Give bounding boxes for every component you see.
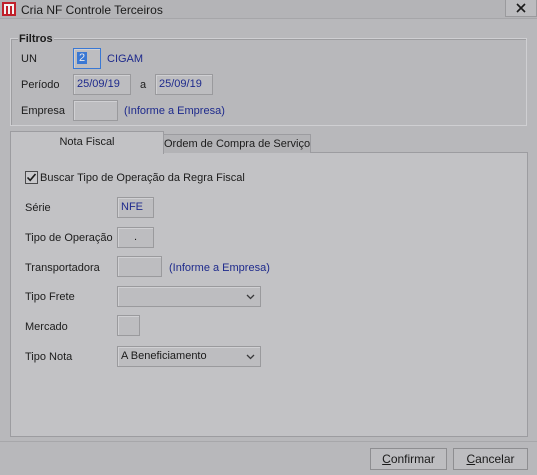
title-bar: Cria NF Controle Terceiros <box>0 0 537 19</box>
filtros-title: Filtros <box>18 33 54 45</box>
confirmar-mnemonic: C <box>382 452 391 466</box>
buscar-tipo-operacao-checkbox[interactable] <box>25 171 38 184</box>
tab-nota-fiscal-label: Nota Fiscal <box>59 136 115 148</box>
periodo-end-field[interactable]: 25/09/19 <box>155 74 213 95</box>
chevron-down-icon <box>246 294 255 300</box>
checkmark-icon <box>26 173 37 182</box>
un-label: UN <box>21 53 37 65</box>
tipo-operacao-value: . <box>133 231 138 243</box>
un-name: CIGAM <box>107 53 144 65</box>
un-field[interactable]: 2 <box>73 48 101 69</box>
mercado-field[interactable] <box>117 315 140 336</box>
empresa-label: Empresa <box>21 105 66 117</box>
close-button[interactable] <box>505 0 537 17</box>
transportadora-label: Transportadora <box>25 262 100 274</box>
tipo-operacao-field[interactable]: . <box>117 227 154 248</box>
empresa-field[interactable] <box>73 100 118 121</box>
periodo-end-value: 25/09/19 <box>159 78 202 90</box>
chevron-down-icon <box>246 354 255 360</box>
nota-fiscal-panel <box>10 152 528 437</box>
tipo-nota-label: Tipo Nota <box>25 351 73 363</box>
transportadora-field[interactable] <box>117 256 162 277</box>
periodo-separator: a <box>140 79 147 91</box>
tab-nota-fiscal[interactable]: Nota Fiscal <box>10 131 164 154</box>
periodo-start-value: 25/09/19 <box>77 78 120 90</box>
cancelar-mnemonic: C <box>466 452 476 466</box>
periodo-label: Período <box>21 79 60 91</box>
tipo-nota-value: A Beneficiamento <box>121 350 207 362</box>
confirmar-label: onfirmar <box>390 452 435 466</box>
cancelar-button[interactable]: Cancelar <box>453 448 528 470</box>
window-title: Cria NF Controle Terceiros <box>21 3 163 17</box>
app-logo-icon <box>2 2 16 16</box>
transportadora-hint: (Informe a Empresa) <box>169 262 270 274</box>
empresa-hint: (Informe a Empresa) <box>124 105 225 117</box>
tab-ordem-compra-servico-label: Ordem de Compra de Serviço <box>164 138 311 150</box>
periodo-start-field[interactable]: 25/09/19 <box>73 74 131 95</box>
tipo-operacao-label: Tipo de Operação <box>25 232 113 244</box>
tipo-frete-select[interactable] <box>117 286 261 307</box>
serie-value: NFE <box>121 201 143 213</box>
tipo-frete-label: Tipo Frete <box>25 291 75 303</box>
tab-ordem-compra-servico[interactable]: Ordem de Compra de Serviço <box>163 134 311 153</box>
mercado-label: Mercado <box>25 321 68 333</box>
bottom-divider <box>0 441 537 442</box>
tipo-nota-select[interactable]: A Beneficiamento <box>117 346 261 367</box>
serie-label: Série <box>25 202 51 214</box>
cancelar-label: ancelar <box>475 452 515 466</box>
close-icon <box>516 3 526 13</box>
serie-field[interactable]: NFE <box>117 197 154 218</box>
buscar-tipo-operacao-label: Buscar Tipo de Operação da Regra Fiscal <box>40 172 245 184</box>
un-value: 2 <box>77 52 88 64</box>
confirmar-button[interactable]: Confirmar <box>370 448 447 470</box>
